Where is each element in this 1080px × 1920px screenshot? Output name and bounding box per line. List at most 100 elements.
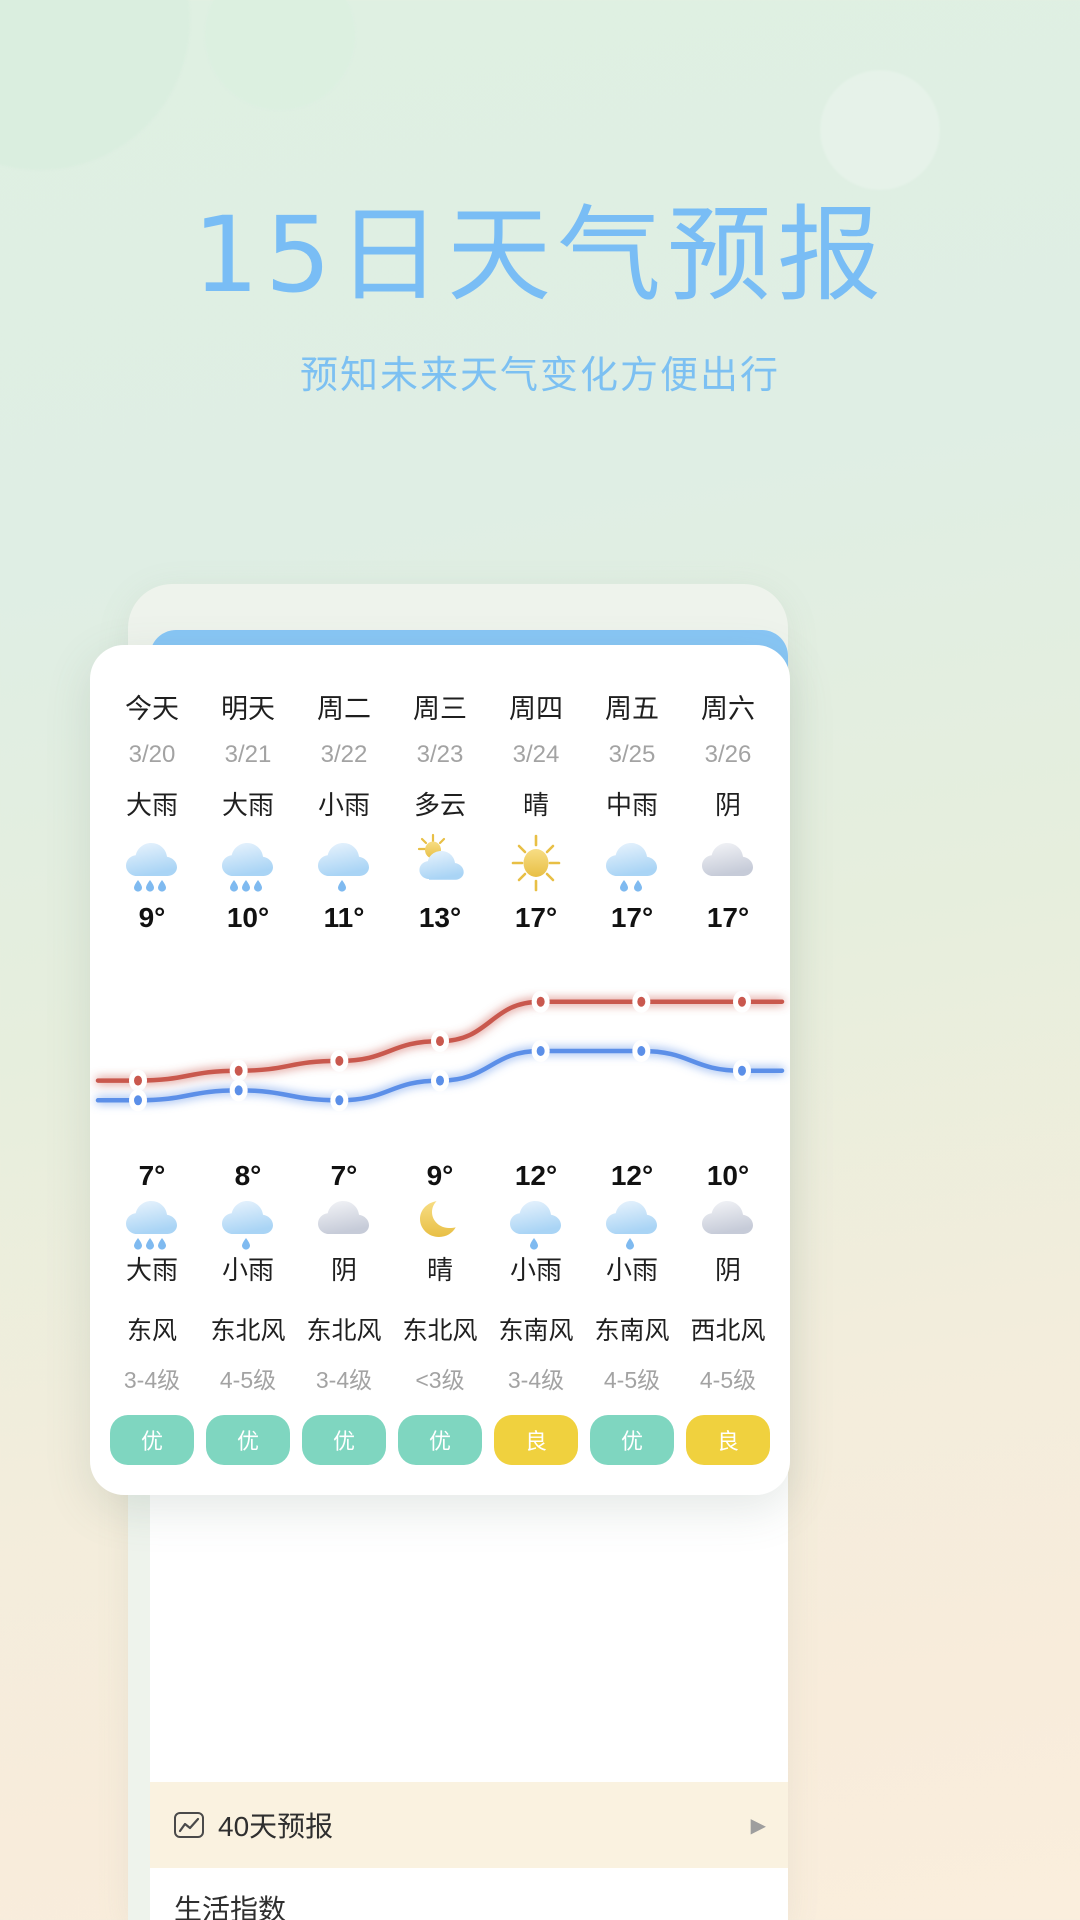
night_desc-4: 小雨: [509, 1255, 562, 1285]
wind_level-2: 3-4级: [315, 1367, 373, 1393]
clear-night-icon: [420, 1201, 456, 1237]
forecast-card: 今天 明天 周二 周三 周四 周五 周六 3/20 3/21 3/22 3/23 3/24 3/25 3…: [90, 645, 790, 1495]
night-weather-desc-row: 大雨 小雨 阴 晴 小雨 小雨 阴: [90, 1250, 790, 1297]
row-40-day-forecast[interactable]: 40天预报 ▶: [150, 1782, 788, 1868]
heavy-rain-icon: [126, 1201, 177, 1250]
day-weather-icon-row: [90, 832, 790, 894]
light-rain-icon: [606, 1201, 657, 1250]
night_desc-3: 晴: [426, 1255, 453, 1285]
low_temps-5: 12°: [610, 1160, 654, 1191]
status-badge-3: 优: [398, 1415, 482, 1465]
night_desc-2: 阴: [330, 1255, 357, 1285]
dates-5: 3/25: [608, 741, 656, 768]
dates-6: 3/26: [704, 741, 752, 768]
wind_level-6: 4-5级: [699, 1367, 757, 1393]
high_temps-6: 17°: [706, 902, 750, 933]
night_icons-2: [296, 1192, 392, 1250]
heavy-rain-icon: [126, 843, 177, 892]
night_desc-6: 阴: [714, 1255, 741, 1285]
days-4: 周四: [509, 694, 563, 724]
status-badge-5: 优: [590, 1415, 674, 1465]
status-badge-2: 优: [302, 1415, 386, 1465]
dates-0: 3/20: [128, 741, 176, 768]
wind_dir-0: 东风: [126, 1317, 177, 1345]
light-rain-icon: [222, 1201, 273, 1250]
air-quality-cell-6: 良: [680, 1395, 776, 1465]
temperature-line-chart: [95, 990, 785, 1112]
status-badge-0: 优: [110, 1415, 194, 1465]
overcast-icon: [702, 1201, 753, 1234]
high_temps-5: 17°: [610, 902, 654, 933]
wind_level-1: 4-5级: [219, 1367, 277, 1393]
dates-1: 3/21: [224, 741, 272, 768]
sunny-icon: [511, 834, 561, 892]
wind_dir-2: 东北风: [306, 1317, 382, 1345]
wind-level-row: 3-4级 4-5级 3-4级 <3级 3-4级 4-5级 4-5级: [90, 1347, 790, 1395]
status-badge-4: 良: [494, 1415, 578, 1465]
days-2: 周二: [317, 694, 371, 724]
air-quality-cell-4: 良: [488, 1395, 584, 1465]
high_temps-2: 11°: [323, 902, 365, 933]
night_desc-5: 小雨: [605, 1255, 658, 1285]
day_icons-5: [584, 832, 680, 894]
light-rain-icon: [318, 843, 369, 892]
row-life-index[interactable]: 生活指数: [150, 1868, 788, 1920]
high_temps-4: 17°: [514, 902, 558, 933]
night_desc-0: 大雨: [125, 1255, 178, 1285]
wind_dir-5: 东南风: [594, 1317, 670, 1345]
light-rain-icon: [510, 1201, 561, 1250]
day_icons-1: [200, 832, 296, 894]
night_icons-6: [680, 1192, 776, 1250]
low_temps-0: 7°: [138, 1160, 166, 1191]
chevron-right-icon: ▶: [750, 1814, 766, 1837]
air-quality-cell-1: 优: [200, 1395, 296, 1465]
day_desc-0: 大雨: [125, 790, 178, 820]
temperature-chart: [90, 960, 790, 1148]
air-quality-cell-0: 优: [104, 1395, 200, 1465]
day-weather-desc-row: 大雨 大雨 小雨 多云 晴 中雨 阴: [90, 785, 790, 832]
wind_dir-1: 东北风: [210, 1317, 286, 1345]
day_icons-0: [104, 832, 200, 894]
line-chart-icon: [174, 1812, 204, 1838]
days-5: 周五: [605, 694, 659, 724]
days-0: 今天: [125, 694, 179, 724]
day_icons-6: [680, 832, 776, 894]
high_temps-3: 13°: [418, 902, 462, 933]
wind_level-3: <3级: [415, 1367, 465, 1393]
high_temps-0: 9°: [138, 902, 166, 933]
days-6: 周六: [701, 694, 755, 724]
night_icons-0: [104, 1192, 200, 1250]
wind-direction-row: 东风 东北风 东北风 东北风 东南风 东南风 西北风: [90, 1297, 790, 1347]
hero-section: 15日天气预报 预知未来天气变化方便出行: [0, 0, 1080, 399]
day_desc-1: 大雨: [221, 790, 274, 820]
low_temps-6: 10°: [706, 1160, 750, 1191]
wind_level-4: 3-4级: [507, 1367, 565, 1393]
partly-cloudy-icon: [417, 833, 464, 880]
status-badge-6: 良: [686, 1415, 770, 1465]
page-subtitle: 预知未来天气变化方便出行: [299, 354, 780, 397]
low_temps-2: 7°: [330, 1160, 358, 1191]
low_temps-4: 12°: [514, 1160, 558, 1191]
day_icons-3: [392, 832, 488, 894]
night_icons-1: [200, 1192, 296, 1250]
day_desc-4: 晴: [522, 790, 549, 820]
wind_dir-4: 东南风: [498, 1317, 574, 1345]
wind_dir-3: 东北风: [402, 1317, 478, 1345]
dates-3: 3/23: [416, 741, 464, 768]
low_temps-3: 9°: [426, 1160, 454, 1191]
wind_dir-6: 西北风: [690, 1317, 766, 1345]
air-quality-cell-5: 优: [584, 1395, 680, 1465]
day_desc-2: 小雨: [317, 790, 370, 820]
day-label-row: 今天 明天 周二 周三 周四 周五 周六: [90, 687, 790, 741]
day_icons-2: [296, 832, 392, 894]
heavy-rain-icon: [222, 843, 273, 892]
date-row: 3/20 3/21 3/22 3/23 3/24 3/25 3/26: [90, 741, 790, 785]
high-temp-row: 9° 10° 11° 13° 17° 17° 17°: [90, 894, 790, 934]
high_temps-1: 10°: [226, 902, 270, 933]
low-temp-row: 7° 8° 7° 9° 12° 12° 10°: [90, 1152, 790, 1192]
row-40-day-label: 40天预报: [218, 1811, 334, 1842]
overcast-icon: [702, 843, 753, 876]
night_desc-1: 小雨: [221, 1255, 274, 1285]
day_icons-4: [488, 832, 584, 894]
air-quality-cell-2: 优: [296, 1395, 392, 1465]
